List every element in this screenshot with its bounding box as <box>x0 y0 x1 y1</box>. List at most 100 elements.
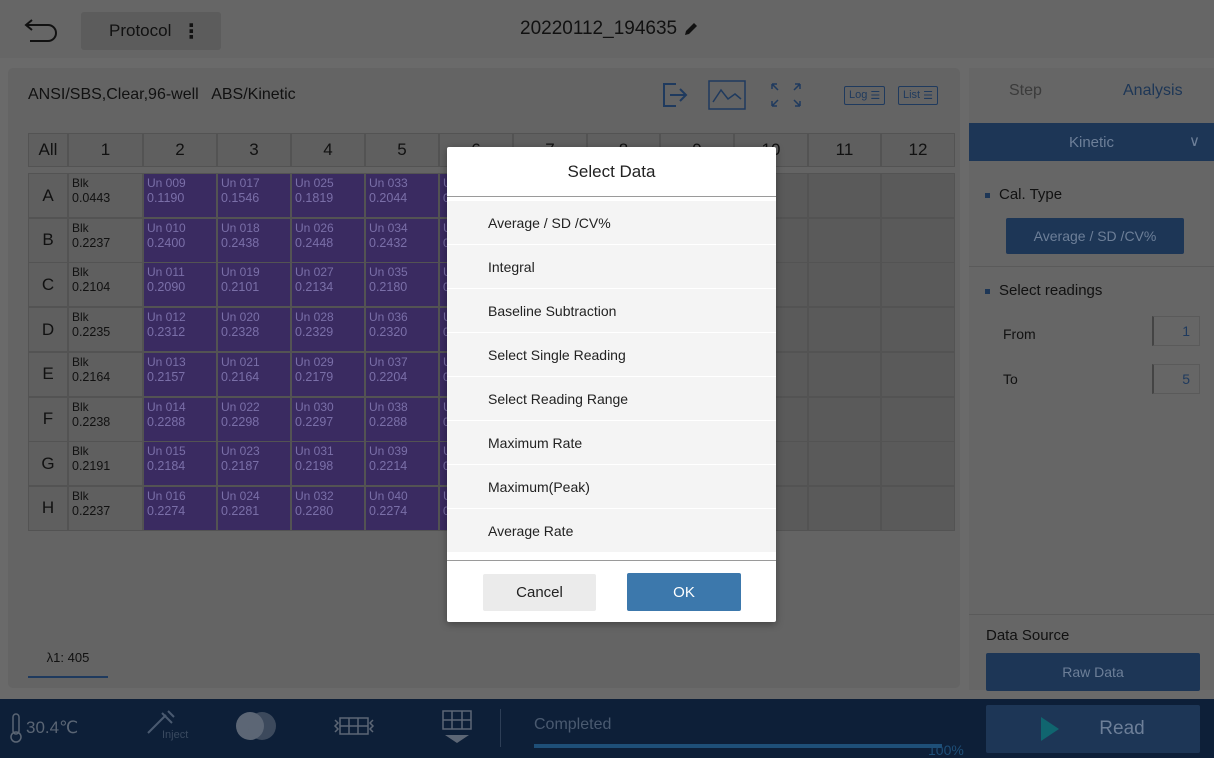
well-cell[interactable]: Un 011 0.2090 <box>143 262 217 308</box>
chart-icon[interactable] <box>708 78 746 112</box>
well-cell[interactable]: Un 024 0.2281 <box>217 485 291 531</box>
well-cell[interactable]: Un 033 0.2044 <box>365 173 439 218</box>
protocol-menu-button[interactable]: Protocol ⋮ <box>81 12 221 50</box>
well-cell[interactable] <box>808 485 881 531</box>
well-cell[interactable]: Un 036 0.2320 <box>365 307 439 353</box>
data-source-button[interactable]: Raw Data <box>986 653 1200 691</box>
well-cell[interactable]: Un 035 0.2180 <box>365 262 439 308</box>
fullscreen-icon[interactable] <box>768 78 804 112</box>
well-cell[interactable]: Un 016 0.2274 <box>143 485 217 531</box>
well-cell[interactable] <box>808 441 881 487</box>
data-option[interactable]: Baseline Subtraction <box>447 289 776 332</box>
well-cell[interactable]: Blk 0.2237 <box>68 485 143 531</box>
column-header[interactable]: 1 <box>68 133 143 167</box>
select-all-header[interactable]: All <box>28 133 68 167</box>
well-cell[interactable]: Un 025 0.1819 <box>291 173 365 218</box>
well-cell[interactable]: Un 009 0.1190 <box>143 173 217 218</box>
well-cell[interactable]: Un 031 0.2198 <box>291 441 365 487</box>
well-cell[interactable]: Un 034 0.2432 <box>365 217 439 263</box>
shake-icon[interactable] <box>233 709 279 743</box>
well-cell[interactable]: Un 015 0.2184 <box>143 441 217 487</box>
well-cell[interactable] <box>881 262 955 308</box>
well-cell[interactable]: Un 014 0.2288 <box>143 396 217 442</box>
well-cell[interactable]: Un 020 0.2328 <box>217 307 291 353</box>
mode-dropdown[interactable]: Kinetic ∨ <box>969 123 1214 161</box>
well-cell[interactable]: Un 022 0.2298 <box>217 396 291 442</box>
row-header[interactable]: D <box>28 307 68 353</box>
well-cell[interactable]: Un 013 0.2157 <box>143 351 217 397</box>
well-cell[interactable]: Blk 0.2191 <box>68 441 143 487</box>
data-option[interactable]: Select Reading Range <box>447 377 776 420</box>
data-option[interactable]: Integral <box>447 245 776 288</box>
well-cell[interactable]: Un 026 0.2448 <box>291 217 365 263</box>
column-header[interactable]: 11 <box>808 133 881 167</box>
well-cell[interactable]: Un 039 0.2214 <box>365 441 439 487</box>
well-cell[interactable] <box>881 396 955 442</box>
well-cell[interactable]: Un 018 0.2438 <box>217 217 291 263</box>
cal-type-button[interactable]: Average / SD /CV% <box>1006 218 1184 254</box>
well-cell[interactable] <box>808 307 881 353</box>
well-cell[interactable] <box>881 173 955 218</box>
well-cell[interactable]: Un 021 0.2164 <box>217 351 291 397</box>
well-cell[interactable] <box>808 262 881 308</box>
well-cell[interactable] <box>808 173 881 218</box>
row-header[interactable]: H <box>28 485 68 531</box>
row-header[interactable]: E <box>28 351 68 397</box>
well-cell[interactable]: Un 017 0.1546 <box>217 173 291 218</box>
well-cell[interactable]: Un 032 0.2280 <box>291 485 365 531</box>
tab-step[interactable]: Step <box>1009 82 1042 100</box>
well-cell[interactable]: Un 040 0.2274 <box>365 485 439 531</box>
data-option[interactable]: Maximum Rate <box>447 421 776 464</box>
well-cell[interactable]: Un 023 0.2187 <box>217 441 291 487</box>
to-input[interactable]: 5 <box>1152 364 1200 394</box>
well-cell[interactable]: Un 030 0.2297 <box>291 396 365 442</box>
data-option[interactable]: Select Single Reading <box>447 333 776 376</box>
column-header[interactable]: 4 <box>291 133 365 167</box>
file-title[interactable]: 20220112_194635 <box>520 18 699 40</box>
plate-in-icon[interactable] <box>440 709 474 749</box>
inject-button[interactable]: Inject <box>144 709 188 741</box>
export-icon[interactable] <box>656 78 690 112</box>
well-cell[interactable]: Un 028 0.2329 <box>291 307 365 353</box>
edit-pencil-icon[interactable] <box>683 21 699 37</box>
well-cell[interactable] <box>881 217 955 263</box>
well-cell[interactable]: Blk 0.0443 <box>68 173 143 218</box>
column-header[interactable]: 12 <box>881 133 955 167</box>
tab-analysis[interactable]: Analysis <box>1123 82 1183 100</box>
well-cell[interactable]: Un 012 0.2312 <box>143 307 217 353</box>
cancel-button[interactable]: Cancel <box>483 574 596 611</box>
well-cell[interactable] <box>808 351 881 397</box>
well-cell[interactable]: Blk 0.2104 <box>68 262 143 308</box>
well-cell[interactable]: Un 037 0.2204 <box>365 351 439 397</box>
well-cell[interactable]: Un 019 0.2101 <box>217 262 291 308</box>
row-header[interactable]: C <box>28 262 68 308</box>
data-option[interactable]: Average / SD /CV% <box>447 201 776 244</box>
well-cell[interactable]: Un 038 0.2288 <box>365 396 439 442</box>
plate-out-icon[interactable] <box>330 709 378 743</box>
read-button[interactable]: Read <box>986 705 1200 753</box>
from-input[interactable]: 1 <box>1152 316 1200 346</box>
row-header[interactable]: F <box>28 396 68 442</box>
back-icon[interactable] <box>22 14 62 44</box>
well-cell[interactable]: Un 010 0.2400 <box>143 217 217 263</box>
row-header[interactable]: B <box>28 217 68 263</box>
well-cell[interactable]: Blk 0.2237 <box>68 217 143 263</box>
well-cell[interactable]: Blk 0.2238 <box>68 396 143 442</box>
column-header[interactable]: 5 <box>365 133 439 167</box>
data-option[interactable]: Maximum(Peak) <box>447 465 776 508</box>
log-button[interactable]: Log ☰ <box>844 78 886 112</box>
well-cell[interactable]: Blk 0.2235 <box>68 307 143 353</box>
column-header[interactable]: 3 <box>217 133 291 167</box>
well-cell[interactable] <box>808 217 881 263</box>
well-cell[interactable] <box>881 485 955 531</box>
ok-button[interactable]: OK <box>627 573 741 611</box>
data-option[interactable]: Average Rate <box>447 509 776 552</box>
well-cell[interactable] <box>881 441 955 487</box>
well-cell[interactable]: Un 027 0.2134 <box>291 262 365 308</box>
wavelength-tab[interactable]: λ1: 405 <box>28 638 108 678</box>
row-header[interactable]: G <box>28 441 68 487</box>
list-button[interactable]: List ☰ <box>898 78 938 112</box>
row-header[interactable]: A <box>28 173 68 218</box>
well-cell[interactable] <box>808 396 881 442</box>
well-cell[interactable] <box>881 351 955 397</box>
